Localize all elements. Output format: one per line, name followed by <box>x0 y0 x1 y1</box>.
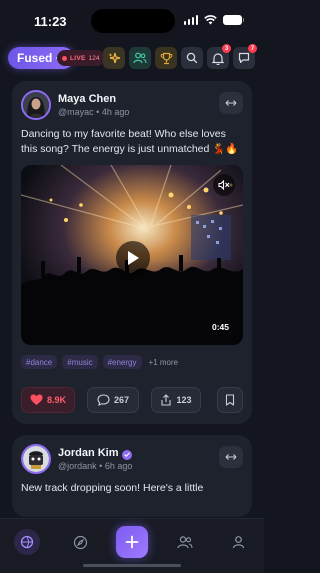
heart-icon <box>30 394 43 405</box>
person-icon <box>232 536 244 549</box>
bookmark-icon <box>225 394 235 406</box>
play-button[interactable] <box>116 241 150 275</box>
bell-icon <box>212 52 224 65</box>
trophy-button[interactable] <box>155 47 177 69</box>
share-icon <box>161 394 172 406</box>
comment-icon <box>97 394 110 406</box>
speaker-muted-icon <box>218 180 230 190</box>
like-count: 8.9K <box>46 395 66 405</box>
top-bar: Fused LIVE 124 3 7 <box>0 44 264 72</box>
sparkles-icon <box>108 52 120 63</box>
more-tags-link[interactable]: +1 more <box>149 358 179 367</box>
live-indicator[interactable]: LIVE 124 <box>57 50 105 66</box>
mute-button[interactable] <box>213 174 235 196</box>
post-text: New track dropping soon! Here's a little <box>21 482 204 494</box>
play-icon <box>128 251 139 265</box>
comment-count: 267 <box>113 395 130 405</box>
author-name[interactable]: Maya Chen <box>58 93 116 105</box>
brand-name: Fused <box>17 51 53 65</box>
search-button[interactable] <box>181 47 203 69</box>
trophy-icon <box>160 52 172 64</box>
post-actions: 8.9K 267 123 <box>21 387 245 413</box>
post-time: 4h ago <box>101 107 130 117</box>
wifi-icon <box>204 15 217 25</box>
friends-filter-button[interactable] <box>129 47 151 69</box>
author-avatar[interactable] <box>21 444 51 474</box>
battery-icon <box>223 15 244 25</box>
author-handle: @mayac <box>58 107 94 117</box>
home-ring-icon <box>20 535 34 549</box>
verified-badge-icon <box>121 449 132 460</box>
users-icon <box>177 536 193 549</box>
post-text: Dancing to my favorite beat! Who else lo… <box>21 128 239 155</box>
compass-icon <box>73 535 87 549</box>
home-indicator <box>83 564 181 567</box>
comment-button[interactable]: 267 <box>87 387 139 413</box>
notifications-badge: 3 <box>222 44 231 53</box>
tag-chip[interactable]: #dance <box>21 355 58 369</box>
bookmark-button[interactable] <box>217 387 243 413</box>
author-meta: @jordank • 6h ago <box>58 461 133 471</box>
arrows-horizontal-icon <box>225 454 237 460</box>
chat-icon <box>238 52 250 64</box>
like-button[interactable]: 8.9K <box>21 387 75 413</box>
author-meta: @mayac • 4h ago <box>58 107 130 117</box>
messages-badge: 7 <box>248 44 257 53</box>
search-icon <box>186 52 198 64</box>
dynamic-island <box>91 9 175 33</box>
tag-list: #dance #music #energy +1 more <box>21 355 178 369</box>
live-label: LIVE <box>70 54 86 62</box>
status-icons <box>183 15 244 25</box>
spark-filter-button[interactable] <box>103 47 125 69</box>
post-time: 6h ago <box>104 461 133 471</box>
nav-explore[interactable] <box>67 529 93 555</box>
users-icon <box>133 52 147 64</box>
nav-home[interactable] <box>14 529 40 555</box>
arrows-horizontal-icon <box>225 100 237 106</box>
share-button[interactable]: 123 <box>151 387 201 413</box>
bottom-nav <box>0 518 264 573</box>
expand-button[interactable] <box>219 446 243 468</box>
create-post-button[interactable] <box>116 526 148 558</box>
signal-icon <box>183 15 198 25</box>
post-card: Maya Chen @mayac • 4h ago Dancing to my … <box>12 81 252 424</box>
nav-community[interactable] <box>172 529 198 555</box>
video-duration: 0:45 <box>211 322 229 332</box>
author-name[interactable]: Jordan Kim <box>58 447 132 460</box>
author-handle: @jordank <box>58 461 97 471</box>
live-count: 124 <box>88 54 100 62</box>
author-name-text: Jordan Kim <box>58 447 119 459</box>
nav-profile[interactable] <box>225 529 251 555</box>
post-video[interactable]: 0:45 <box>21 165 243 345</box>
notifications-button[interactable]: 3 <box>207 44 231 69</box>
expand-button[interactable] <box>219 92 243 114</box>
tag-chip[interactable]: #energy <box>102 355 142 369</box>
post-card: Jordan Kim @jordank • 6h ago New track d… <box>12 435 252 517</box>
messages-button[interactable]: 7 <box>233 44 257 69</box>
live-dot <box>62 55 67 61</box>
status-bar: 11:23 <box>0 0 264 42</box>
tag-chip[interactable]: #music <box>62 355 98 369</box>
author-avatar[interactable] <box>21 90 51 120</box>
plus-icon <box>125 535 139 549</box>
status-time: 11:23 <box>34 14 67 29</box>
share-count: 123 <box>176 395 192 405</box>
